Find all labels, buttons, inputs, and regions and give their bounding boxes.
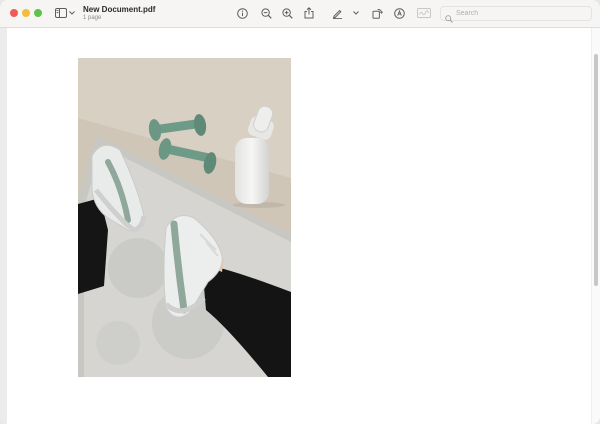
markup-pen-icon[interactable]: [331, 5, 343, 21]
scrollbar-thumb[interactable]: [594, 54, 598, 286]
annotate-icon[interactable]: [393, 5, 405, 21]
window-title: New Document.pdf: [83, 5, 156, 14]
vertical-scrollbar[interactable]: [591, 28, 600, 424]
search-input[interactable]: [456, 8, 586, 19]
share-icon[interactable]: [303, 5, 315, 21]
toolbar: New Document.pdf 1 page: [0, 0, 600, 28]
preview-window: New Document.pdf 1 page: [0, 0, 600, 424]
minimize-button[interactable]: [22, 9, 30, 17]
zoom-out-icon[interactable]: [260, 5, 272, 21]
sidebar-edge: [0, 28, 7, 424]
zoom-in-icon[interactable]: [281, 5, 293, 21]
info-icon[interactable]: [236, 5, 248, 21]
search-icon: [445, 10, 453, 28]
search-field[interactable]: [440, 6, 592, 23]
rotate-icon[interactable]: [371, 5, 383, 21]
zoom-button[interactable]: [34, 9, 42, 17]
close-button[interactable]: [10, 9, 18, 17]
signature-icon: [416, 5, 432, 21]
page-count: 1 page: [83, 15, 102, 21]
markup-chevron-down-icon[interactable]: [352, 5, 360, 21]
sidebar-icon[interactable]: [54, 5, 68, 21]
page-photo: [78, 58, 291, 377]
chevron-down-icon[interactable]: [68, 5, 76, 21]
